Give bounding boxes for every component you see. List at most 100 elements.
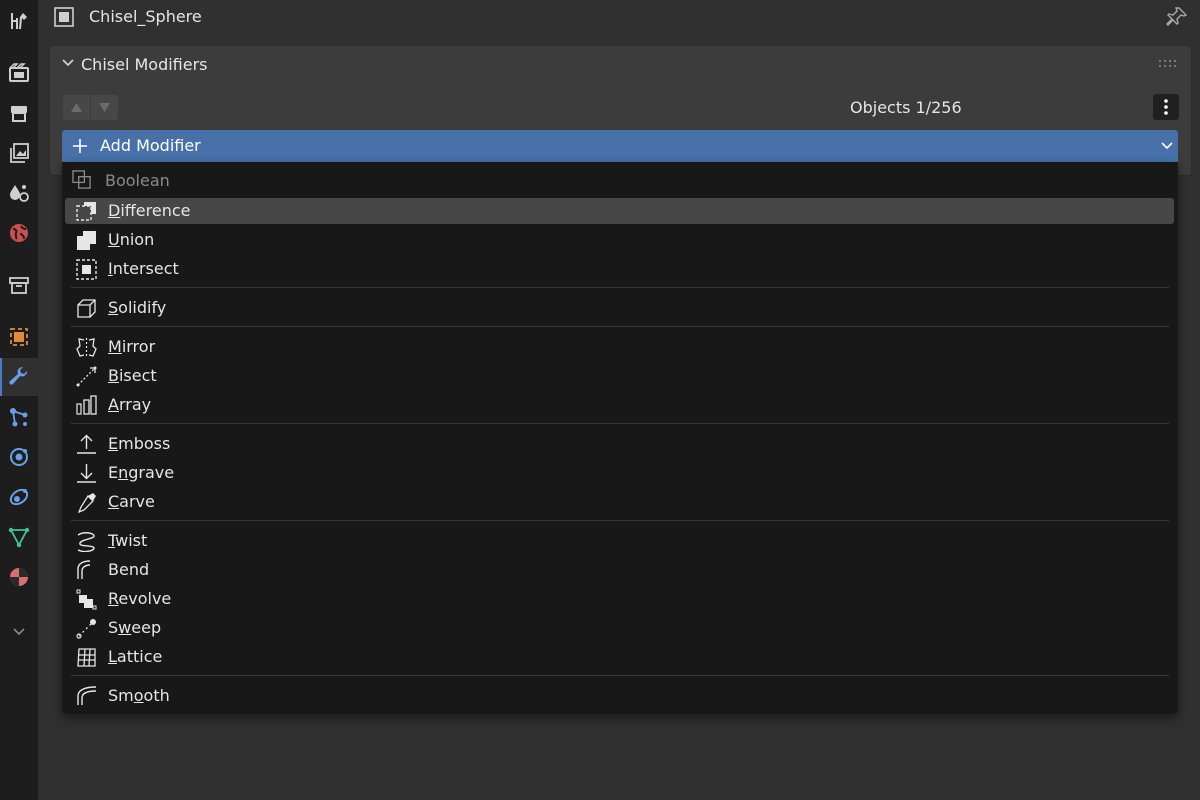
world-icon: [10, 224, 28, 242]
physics-icon: [10, 448, 28, 466]
collection-icon: [9, 277, 29, 294]
objects-count: Objects 1/256: [850, 98, 962, 117]
menu-separator: [71, 423, 1169, 424]
menu-separator: [71, 287, 1169, 288]
engrave-icon: [77, 464, 96, 483]
menu-item-label: Revolve: [108, 589, 172, 608]
lattice-icon: [77, 648, 96, 667]
menu-item-label: Mirror: [108, 337, 156, 356]
particles-icon: [10, 408, 28, 427]
menu-item-intersect[interactable]: Intersect: [65, 256, 1174, 282]
emboss-icon: [77, 434, 96, 454]
move-up-button[interactable]: [63, 95, 90, 120]
menu-item-array[interactable]: Array: [65, 392, 1174, 418]
properties-header: Chisel_Sphere: [38, 0, 1200, 34]
world-tab[interactable]: [0, 214, 38, 252]
menu-header-label: Boolean: [105, 171, 170, 190]
material-tab[interactable]: [0, 558, 38, 596]
menu-item-smooth[interactable]: Smooth: [65, 683, 1174, 709]
menu-item-label: Twist: [108, 531, 148, 550]
smooth-icon: [77, 686, 97, 705]
render-icon: [9, 63, 29, 82]
triangle-up-icon: [71, 103, 82, 112]
menu-item-sweep[interactable]: Sweep: [65, 615, 1174, 641]
menu-item-label: Union: [108, 230, 155, 249]
menu-item-lattice[interactable]: Lattice: [65, 644, 1174, 670]
collection-tab[interactable]: [0, 266, 38, 304]
menu-item-label: Array: [108, 395, 152, 414]
menu-item-engrave[interactable]: Engrave: [65, 460, 1174, 486]
drag-grip-icon[interactable]: [1159, 60, 1177, 68]
panel-title[interactable]: Chisel Modifiers: [81, 55, 208, 74]
menu-item-bisect[interactable]: Bisect: [65, 363, 1174, 389]
menu-item-union[interactable]: Union: [65, 227, 1174, 253]
vertical-ellipsis-icon: [1164, 99, 1168, 115]
data-tab[interactable]: [0, 518, 38, 556]
boolean-intersect-icon: [76, 259, 97, 280]
bisect-icon: [76, 366, 97, 387]
scene-icon: [10, 185, 29, 202]
menu-separator: [71, 326, 1169, 327]
solidify-icon: [77, 299, 96, 318]
menu-separator: [71, 675, 1169, 676]
tool-icon: [11, 13, 27, 29]
menu-item-revolve[interactable]: Revolve: [65, 586, 1174, 612]
bend-icon: [77, 560, 91, 579]
twist-icon: [77, 532, 95, 552]
boolean-icon: [72, 170, 91, 189]
revolve-icon: [76, 589, 97, 610]
view-layer-icon: [10, 143, 29, 163]
menu-item-label: Engrave: [108, 463, 175, 482]
properties-tab-bar: [0, 0, 38, 800]
add-modifier-label: Add Modifier: [100, 136, 201, 155]
output-icon: [11, 106, 27, 122]
view-layer-tab[interactable]: [0, 134, 38, 172]
menu-item-label: Emboss: [108, 434, 171, 453]
add-modifier-button[interactable]: Add Modifier: [62, 130, 1178, 162]
more-options-button[interactable]: [1153, 94, 1179, 120]
menu-item-mirror[interactable]: Mirror: [65, 334, 1174, 360]
move-down-button[interactable]: [91, 95, 118, 120]
menu-item-carve[interactable]: Carve: [65, 489, 1174, 515]
object-icon: [10, 328, 28, 346]
menu-item-label: Bisect: [108, 366, 157, 385]
pin-icon[interactable]: [1166, 6, 1188, 28]
menu-item-twist[interactable]: Twist: [65, 528, 1174, 554]
data-icon: [8, 527, 30, 548]
object-tab[interactable]: [0, 318, 38, 356]
menu-header-boolean: Boolean: [62, 168, 1178, 194]
output-tab[interactable]: [0, 94, 38, 132]
boolean-difference-icon: [76, 202, 96, 221]
scene-tab[interactable]: [0, 174, 38, 212]
add-modifier-menu: Boolean Difference Union Intersect Solid…: [62, 162, 1178, 714]
menu-item-label: Bend: [108, 560, 150, 579]
menu-item-solidify[interactable]: Solidify: [65, 295, 1174, 321]
menu-item-emboss[interactable]: Emboss: [65, 431, 1174, 457]
menu-item-difference[interactable]: Difference: [65, 198, 1174, 224]
render-tab[interactable]: [0, 54, 38, 92]
object-name: Chisel_Sphere: [89, 7, 202, 26]
collapse-tab[interactable]: [0, 612, 38, 650]
menu-item-label: Difference: [108, 201, 191, 220]
mirror-icon: [76, 338, 97, 357]
constraints-tab[interactable]: [0, 478, 38, 516]
sweep-icon: [76, 619, 96, 639]
menu-item-label: Smooth: [108, 686, 170, 705]
particles-tab[interactable]: [0, 398, 38, 436]
boolean-union-icon: [77, 231, 96, 250]
carve-icon: [77, 493, 96, 513]
tool-tab[interactable]: [0, 2, 38, 40]
object-icon: [54, 7, 74, 27]
array-icon: [76, 395, 97, 415]
material-icon: [10, 568, 28, 586]
plus-icon: [73, 139, 87, 153]
menu-item-bend[interactable]: Bend: [65, 557, 1174, 583]
modifier-tab[interactable]: [0, 358, 38, 396]
collapse-chevron-icon: [13, 628, 25, 636]
modifier-icon: [9, 366, 28, 385]
menu-item-label: Carve: [108, 492, 155, 511]
menu-item-label: Sweep: [108, 618, 162, 637]
panel-collapse-chevron-icon[interactable]: [60, 55, 76, 71]
chevron-down-icon: [1161, 142, 1173, 150]
physics-tab[interactable]: [0, 438, 38, 476]
